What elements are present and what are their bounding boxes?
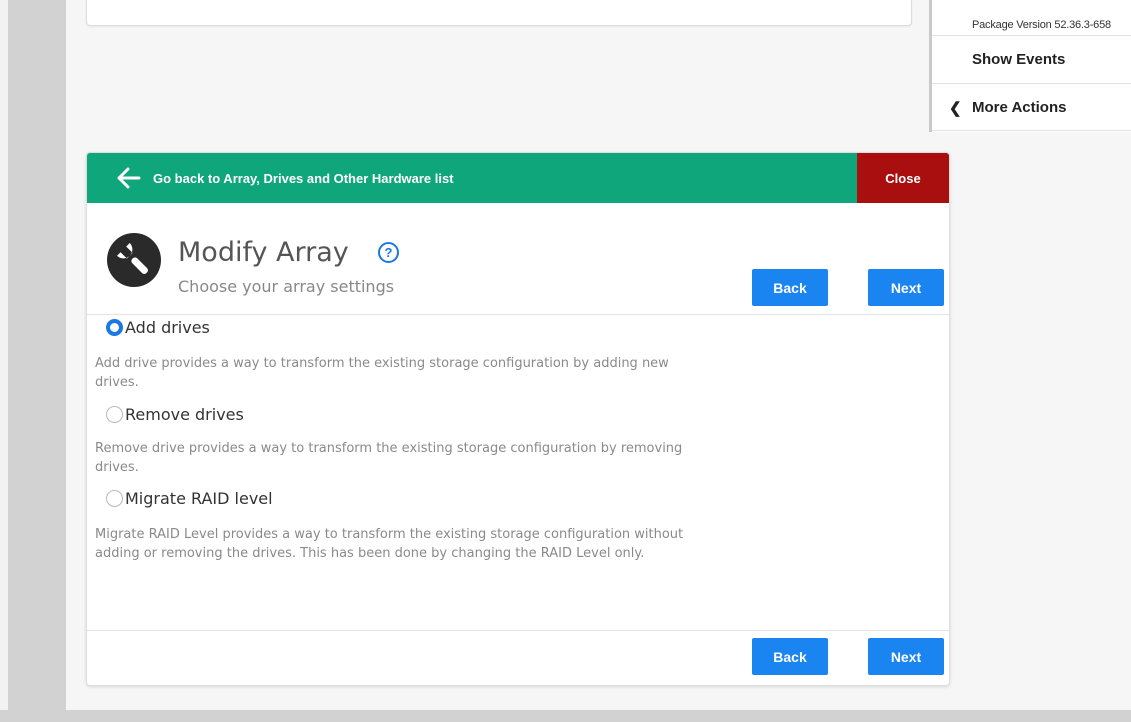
help-circle-icon[interactable]: ?	[378, 242, 399, 263]
next-button[interactable]: Next	[868, 269, 944, 306]
more-actions-label: More Actions	[972, 99, 1067, 116]
wrench-icon	[107, 233, 161, 287]
option-description: Migrate RAID Level provides a way to tra…	[95, 527, 684, 561]
previous-card	[86, 0, 912, 26]
option-description: Remove drive provides a way to transform…	[95, 441, 683, 475]
left-gutter	[0, 0, 8, 722]
package-version: Package Version 52.36.3-658	[972, 19, 1111, 31]
page-title: Modify Array	[178, 237, 349, 268]
chevron-left-icon: ❮	[949, 100, 962, 117]
option-label: Add drives	[125, 318, 210, 337]
back-button[interactable]: Back	[752, 269, 828, 306]
back-to-list-link[interactable]: Go back to Array, Drives and Other Hardw…	[153, 171, 454, 186]
show-events-link[interactable]: Show Events	[932, 35, 1131, 83]
option-description: Add drive provides a way to transform th…	[95, 356, 669, 390]
close-button[interactable]: Close	[857, 153, 949, 203]
actions-panel: Package Version 52.36.3-658 Show Events …	[929, 0, 1131, 132]
radio-migrate-raid[interactable]	[106, 490, 123, 507]
option-label: Migrate RAID level	[125, 489, 273, 508]
radio-add-drives[interactable]	[106, 319, 123, 336]
divider	[87, 630, 949, 631]
divider	[87, 314, 949, 315]
dialog-header: Go back to Array, Drives and Other Hardw…	[87, 153, 949, 203]
option-label: Remove drives	[125, 405, 244, 424]
arrow-left-icon[interactable]	[117, 167, 141, 189]
back-button-bottom[interactable]: Back	[752, 638, 828, 675]
show-events-label: Show Events	[972, 51, 1066, 68]
next-button-bottom[interactable]: Next	[868, 638, 944, 675]
more-actions-toggle[interactable]: ❮ More Actions	[932, 83, 1131, 131]
page-subtitle: Choose your array settings	[178, 277, 395, 296]
modify-array-dialog: Go back to Array, Drives and Other Hardw…	[86, 152, 950, 686]
radio-remove-drives[interactable]	[106, 406, 123, 423]
bottom-strip	[0, 710, 1131, 722]
